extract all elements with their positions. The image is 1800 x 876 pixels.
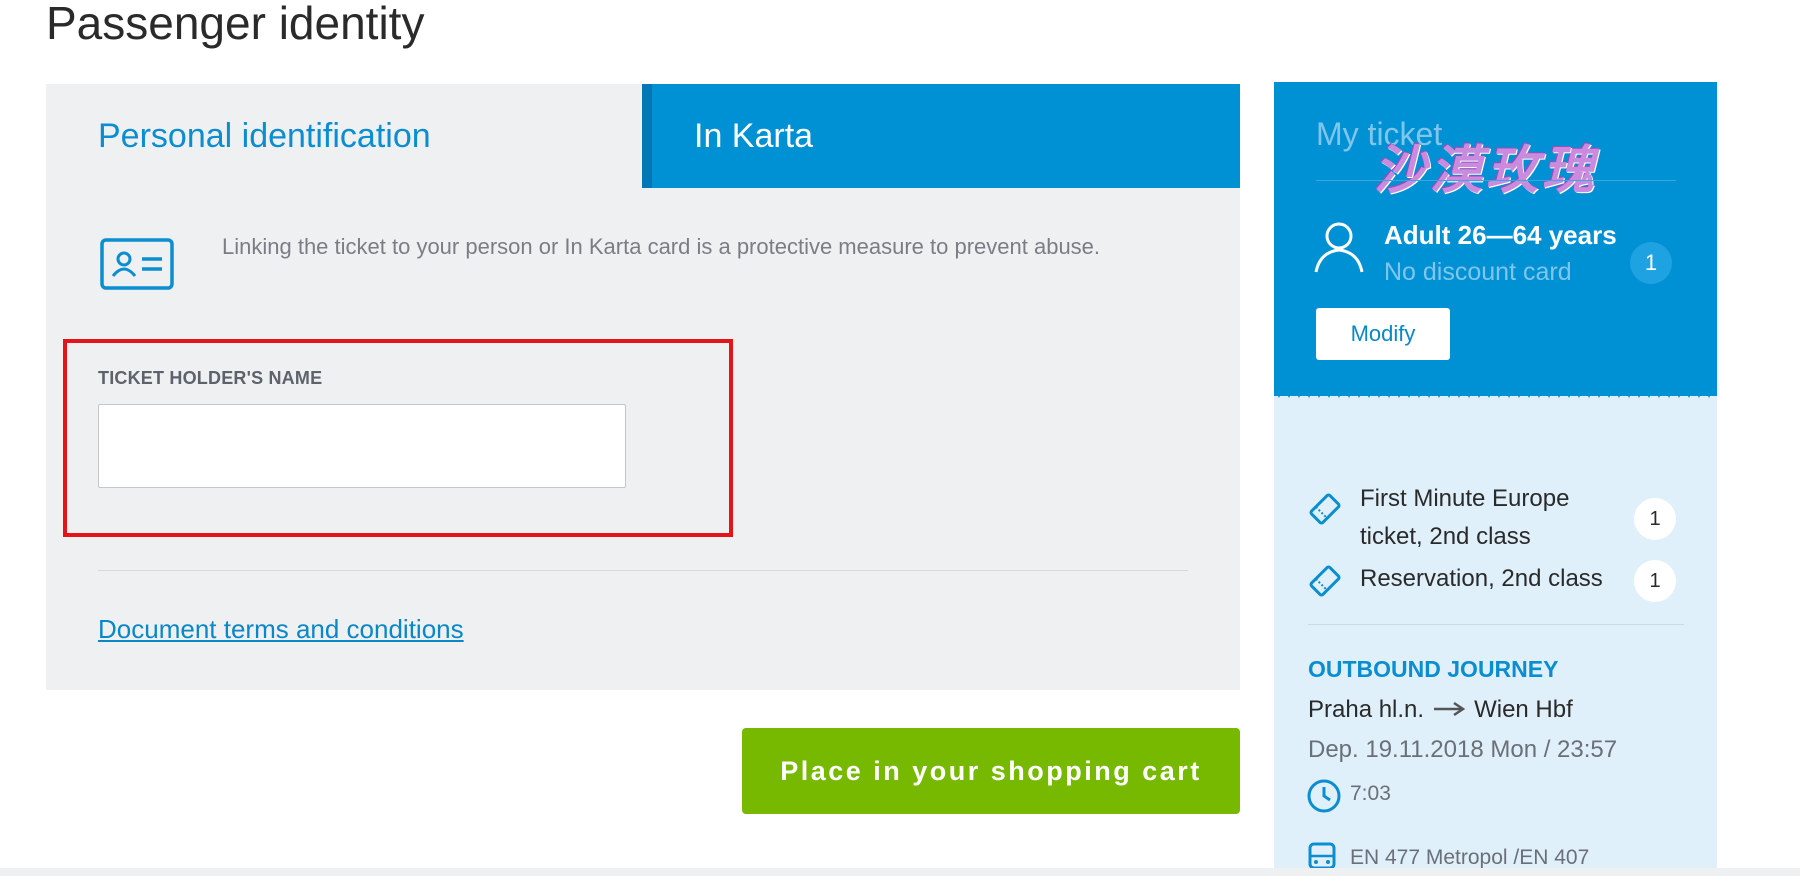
origin-station: Praha hl.n.: [1308, 696, 1425, 723]
ticket-icon: [1309, 565, 1341, 597]
person-icon: [1314, 222, 1364, 273]
tab-label: Personal identification: [98, 116, 431, 155]
passenger-count-badge: 1: [1630, 242, 1672, 284]
tab-personal-identification[interactable]: Personal identification: [46, 84, 642, 188]
train-name: EN 477 Metropol /EN 407: [1350, 846, 1590, 869]
identification-panel: Personal identification In Karta Linking…: [46, 84, 1240, 690]
list-item: Reservation, 2nd class 1: [1306, 560, 1686, 604]
route: Praha hl.n. Wien Hbf: [1308, 696, 1573, 724]
info-text: Linking the ticket to your person or In …: [222, 234, 1101, 259]
page-title: Passenger identity: [46, 0, 425, 49]
place-in-cart-button[interactable]: Place in your shopping cart: [742, 728, 1240, 814]
item-count-badge: 1: [1634, 560, 1676, 602]
arrow-right-icon: [1434, 701, 1466, 717]
divider: [1316, 180, 1676, 181]
document-terms-link[interactable]: Document terms and conditions: [98, 614, 464, 645]
passenger-type: Adult 26—64 years: [1384, 220, 1617, 250]
item-label: ticket, 2nd class: [1360, 523, 1531, 550]
divider: [98, 570, 1188, 571]
tab-label: In Karta: [694, 116, 814, 155]
modify-button[interactable]: Modify: [1316, 308, 1450, 360]
item-label: Reservation, 2nd class: [1360, 565, 1603, 592]
outbound-journey-title: OUTBOUND JOURNEY: [1308, 656, 1559, 682]
list-item: First Minute Europe ticket, 2nd class 1: [1306, 480, 1686, 560]
departure-time: Dep. 19.11.2018 Mon / 23:57: [1308, 736, 1618, 763]
destination-station: Wien Hbf: [1474, 696, 1573, 723]
discount-card: No discount card: [1384, 258, 1572, 286]
item-label: First Minute Europe: [1360, 485, 1570, 512]
watermark: 沙漠玫瑰: [1374, 140, 1599, 201]
ticket-holder-name-input[interactable]: [98, 404, 626, 488]
ticket-holder-name-label: TICKET HOLDER'S NAME: [98, 368, 323, 388]
page-bottom-strip: [0, 868, 1800, 876]
zigzag-edge: [1274, 388, 1717, 398]
tab-in-karta[interactable]: In Karta: [642, 84, 1240, 188]
item-count-badge: 1: [1634, 498, 1676, 540]
my-ticket-sidebar: My ticket 沙漠玫瑰 Adult 26—64 years No disc…: [1274, 82, 1717, 876]
id-card-icon: [100, 238, 174, 290]
journey-duration: 7:03: [1350, 782, 1391, 805]
divider: [1308, 624, 1684, 625]
ticket-icon: [1309, 493, 1341, 525]
clock-icon: [1307, 779, 1341, 813]
